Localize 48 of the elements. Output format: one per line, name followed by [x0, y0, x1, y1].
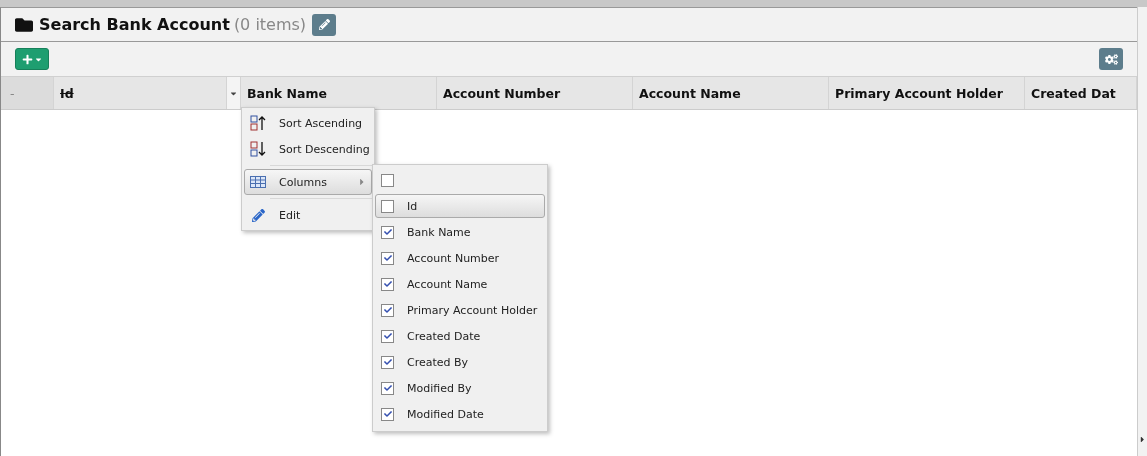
settings-button[interactable]	[1099, 48, 1123, 70]
checkbox[interactable]	[381, 277, 394, 291]
item-count: (0 items)	[233, 15, 307, 34]
checkbox[interactable]	[381, 329, 394, 343]
column-header[interactable]: Primary Account Holder	[829, 77, 1025, 109]
column-option[interactable]: Bank Name	[375, 220, 545, 244]
check-icon	[383, 358, 392, 366]
checkbox[interactable]	[381, 303, 394, 317]
checkbox[interactable]	[381, 199, 394, 213]
edit-button[interactable]	[312, 13, 337, 36]
menu-item[interactable]: Edit	[244, 202, 372, 228]
column-option[interactable]: Account Number	[375, 246, 545, 270]
plus-icon	[21, 53, 33, 65]
add-button[interactable]	[15, 48, 49, 70]
gears-icon	[1104, 52, 1118, 66]
menu-item[interactable]: Sort Ascending	[244, 110, 372, 136]
check-icon	[383, 384, 392, 392]
column-header[interactable]: Account Number	[437, 77, 633, 109]
checkbox[interactable]	[381, 355, 394, 369]
pencil-icon	[249, 208, 267, 222]
columns-icon	[249, 176, 267, 188]
scroll-arrow-icon[interactable]	[1138, 435, 1147, 444]
page-title: Search Bank Account	[39, 15, 230, 34]
checkbox[interactable]	[381, 381, 394, 395]
checkbox[interactable]	[381, 225, 394, 239]
check-icon	[383, 228, 392, 236]
check-icon	[383, 306, 392, 314]
checkbox[interactable]	[381, 251, 394, 265]
column-option[interactable]: Id	[375, 194, 545, 218]
check-icon	[383, 254, 392, 262]
folder-icon	[15, 15, 33, 34]
column-header[interactable]: Account Name	[633, 77, 829, 109]
column-option[interactable]: Modified By	[375, 376, 545, 400]
sort-ascending-icon	[249, 115, 267, 131]
column-option[interactable]: Modified Date	[375, 402, 545, 426]
column-option[interactable]: Created Date	[375, 324, 545, 348]
menu-item[interactable]: Sort Descending	[244, 136, 372, 162]
column-option[interactable]: Account Name	[375, 272, 545, 296]
checkbox[interactable]	[381, 407, 394, 421]
sort-descending-icon	[249, 141, 267, 157]
pencil-icon	[318, 19, 330, 30]
checkbox[interactable]	[381, 173, 394, 187]
check-icon	[383, 410, 392, 418]
column-option[interactable]: Primary Account Holder	[375, 298, 545, 322]
check-icon	[383, 280, 392, 288]
menu-item[interactable]: Columns	[244, 169, 372, 195]
column-option[interactable]: Created By	[375, 350, 545, 374]
check-icon	[383, 332, 392, 340]
